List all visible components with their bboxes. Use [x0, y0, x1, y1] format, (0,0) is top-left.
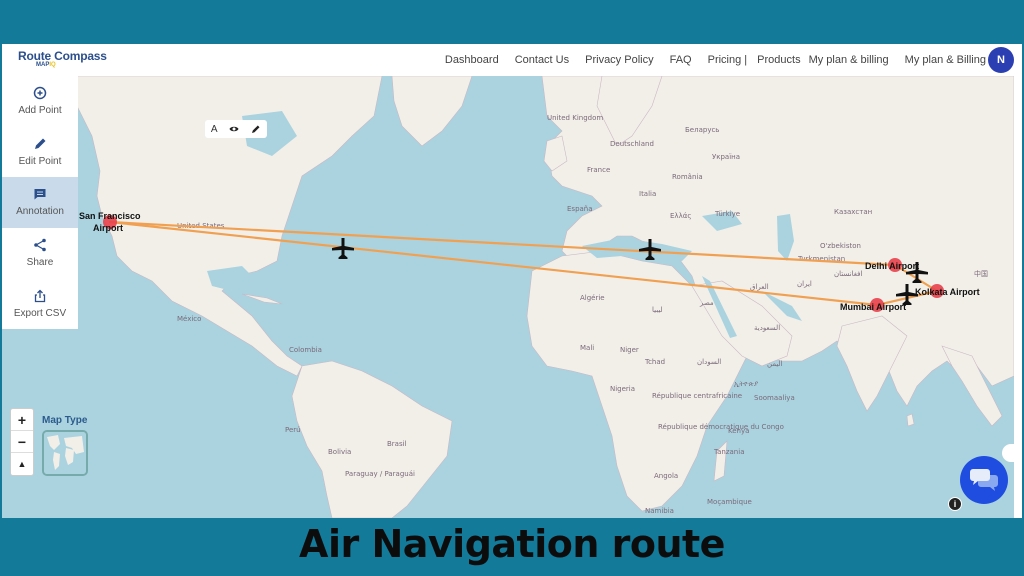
label-ethiopia: ኢትዮጵያ — [734, 380, 758, 388]
nav-contact-us[interactable]: Contact Us — [515, 54, 569, 66]
chat-bubbles-icon — [970, 469, 998, 491]
top-navigation-bar: Route Compass MAPIQ Dashboard Contact Us… — [2, 44, 1022, 76]
sidebar-item-label: Add Point — [18, 105, 62, 117]
label-drc: République démocratique du Congo — [658, 423, 784, 431]
map-type-thumbnail[interactable] — [42, 430, 88, 476]
pencil-icon — [35, 138, 46, 149]
airport-label: San Francisco — [79, 211, 141, 221]
label-tanzania: Tanzania — [713, 448, 744, 456]
nav-menu: Dashboard Contact Us Privacy Policy FAQ … — [445, 44, 986, 76]
nav-my-plan-billing-2[interactable]: My plan & Billing — [905, 54, 986, 66]
label-china: 中国 — [974, 269, 988, 278]
label-paraguay: Paraguay / Paraguái — [345, 470, 415, 478]
add-point-icon — [33, 87, 47, 100]
label-sudan: السودان — [697, 358, 721, 366]
label-uk: United Kingdom — [547, 114, 603, 122]
airport-label: Delhi Airport — [865, 261, 919, 271]
label-ukraine: Україна — [712, 153, 740, 161]
label-iran: ایران — [797, 280, 812, 288]
scroll-handle[interactable] — [1002, 444, 1022, 462]
map-thumbnail-icon — [44, 432, 86, 474]
sidebar-item-export-csv[interactable]: Export CSV — [2, 278, 78, 329]
pencil-icon[interactable] — [251, 124, 261, 134]
logo-title: Route Compass — [18, 49, 107, 63]
label-nigeria: Nigeria — [610, 385, 635, 393]
tool-sidebar: Add Point Edit Point Annotation Share Ex… — [2, 76, 78, 329]
nav-my-plan-billing[interactable]: My plan & billing — [809, 54, 889, 66]
airport-label: Mumbai Airport — [840, 302, 906, 312]
share-icon — [34, 238, 46, 252]
label-niger: Niger — [620, 346, 639, 354]
nav-dashboard[interactable]: Dashboard — [445, 54, 499, 66]
label-algerie: Algérie — [580, 294, 605, 302]
label-bolivia: Bolivia — [328, 448, 351, 456]
nav-faq[interactable]: FAQ — [670, 54, 692, 66]
user-avatar[interactable]: N — [988, 47, 1014, 73]
label-turkiye: Türkiye — [714, 210, 740, 218]
label-france: France — [587, 166, 610, 174]
sidebar-item-label: Share — [26, 257, 54, 269]
label-italia: Italia — [639, 190, 656, 198]
label-angola: Angola — [654, 472, 678, 480]
eye-icon[interactable] — [229, 124, 239, 134]
label-car: République centrafricaine — [652, 392, 742, 400]
label-greece: Ελλάς — [670, 212, 691, 220]
app-frame: United States México Colombia Perú Brasi… — [2, 44, 1022, 518]
label-mozambique: Moçambique — [707, 498, 752, 506]
label-mali: Mali — [580, 344, 594, 352]
annotation-toolbar: A — [205, 120, 267, 138]
sidebar-item-share[interactable]: Share — [2, 228, 78, 279]
sidebar-item-label: Edit Point — [18, 155, 62, 167]
label-kazakhstan: Казахстан — [834, 208, 872, 216]
label-kenya: Kenya — [728, 427, 749, 435]
label-afghanistan: افغانستان — [834, 270, 862, 278]
label-saudi: السعودية — [754, 324, 780, 332]
label-egypt: مصر — [699, 299, 714, 307]
label-somalia: Soomaaliya — [754, 394, 795, 402]
sidebar-item-label: Annotation — [16, 206, 64, 218]
zoom-in-button[interactable]: + — [11, 409, 33, 431]
nav-privacy-policy[interactable]: Privacy Policy — [585, 54, 653, 66]
reset-north-button[interactable]: ▲ — [11, 453, 33, 475]
label-libya: ليبيا — [652, 306, 663, 314]
label-romania: România — [672, 173, 703, 181]
chat-button[interactable] — [960, 456, 1008, 504]
sidebar-item-label: Export CSV — [13, 307, 67, 319]
text-tool-button[interactable]: A — [211, 124, 218, 135]
nav-products[interactable]: Products — [757, 54, 800, 66]
export-icon — [34, 289, 46, 302]
label-namibia: Namibia — [645, 507, 674, 515]
comment-icon — [34, 189, 46, 200]
label-belarus: Беларусь — [685, 126, 719, 134]
label-deutschland: Deutschland — [610, 140, 654, 148]
zoom-out-button[interactable]: − — [11, 431, 33, 453]
logo[interactable]: Route Compass MAPIQ — [18, 50, 107, 68]
info-icon[interactable]: i — [948, 497, 962, 511]
label-yemen: اليمن — [767, 360, 783, 368]
label-brasil: Brasil — [387, 440, 407, 448]
sidebar-item-edit-point[interactable]: Edit Point — [2, 127, 78, 178]
label-tchad: Tchad — [644, 358, 665, 366]
label-iraq: العراق — [750, 283, 769, 291]
airport-label: Kolkata Airport — [915, 287, 980, 297]
label-mexico: México — [177, 315, 201, 323]
sidebar-item-annotation[interactable]: Annotation — [2, 177, 78, 228]
airport-label: Airport — [93, 223, 123, 233]
caption-title: Air Navigation route — [299, 522, 725, 566]
label-peru: Perú — [285, 426, 301, 434]
label-uzbekistan: O'zbekiston — [820, 242, 861, 250]
map-type-label: Map Type — [42, 415, 88, 426]
label-colombia: Colombia — [289, 346, 322, 354]
sidebar-item-add-point[interactable]: Add Point — [2, 76, 78, 127]
world-map[interactable]: United States México Colombia Perú Brasi… — [2, 76, 1022, 518]
label-espana: España — [567, 205, 593, 213]
nav-pricing[interactable]: Pricing | — [708, 54, 748, 66]
zoom-controls: + − ▲ — [10, 408, 34, 476]
